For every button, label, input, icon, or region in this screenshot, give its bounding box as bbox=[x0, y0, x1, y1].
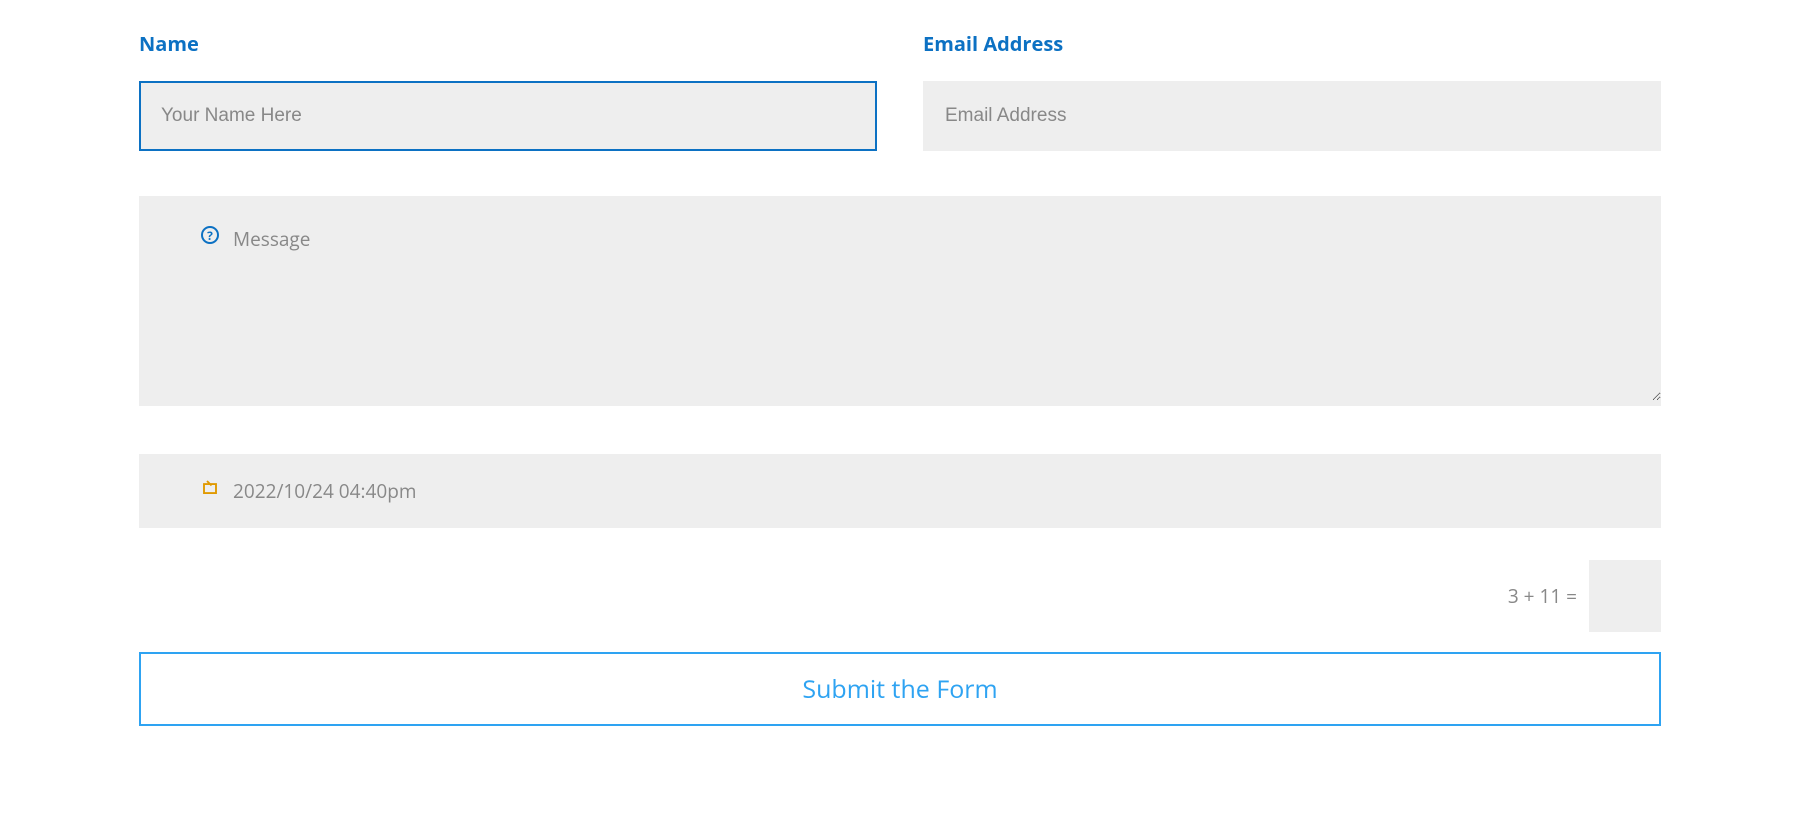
email-label: Email Address bbox=[923, 30, 1661, 57]
name-label: Name bbox=[139, 30, 877, 57]
datetime-input[interactable] bbox=[139, 454, 1661, 528]
email-field-group: Email Address bbox=[923, 30, 1661, 151]
email-input[interactable] bbox=[923, 81, 1661, 151]
name-field-group: Name bbox=[139, 30, 877, 151]
message-field-group: ? bbox=[139, 196, 1661, 406]
contact-form: Name Email Address ? 3 + 11 = Submit the… bbox=[139, 30, 1661, 726]
captcha-question: 3 + 11 = bbox=[1508, 583, 1577, 609]
name-email-row: Name Email Address bbox=[139, 30, 1661, 151]
submit-button[interactable]: Submit the Form bbox=[139, 652, 1661, 726]
captcha-row: 3 + 11 = bbox=[139, 560, 1661, 632]
message-textarea[interactable] bbox=[139, 196, 1661, 401]
captcha-input[interactable] bbox=[1589, 560, 1661, 632]
name-input[interactable] bbox=[139, 81, 877, 151]
datetime-field-group bbox=[139, 454, 1661, 528]
